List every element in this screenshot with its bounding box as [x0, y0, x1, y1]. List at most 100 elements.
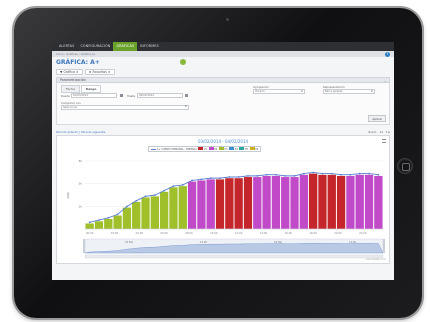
line-point	[256, 174, 259, 177]
close-icon[interactable]: ×	[75, 70, 79, 74]
collapse-icon[interactable]: −	[384, 79, 387, 83]
bar	[187, 181, 197, 230]
line-point	[219, 177, 221, 180]
bar	[234, 177, 244, 230]
period-navigation[interactable]: Periodo anterior | Periodo siguiente	[56, 130, 105, 134]
chart-plot: 3k 2k 1k kWh 00:00 02:00 04:00 06:00 08:00 10:00 1…	[66, 159, 385, 259]
nav-item-configuracion[interactable]: CONFIGURACIÓN	[77, 42, 113, 51]
tab-rango[interactable]: Rango	[80, 85, 102, 93]
representation-select[interactable]: Barra apilada	[323, 89, 375, 94]
zoom-option-1d[interactable]: 1d	[379, 130, 383, 134]
legend-item[interactable]: P6	[249, 147, 259, 151]
legend-label: P6	[254, 148, 259, 151]
legend-item[interactable]: A+ CUENTA PRINCIPAL - ENERGIA	[151, 148, 197, 151]
nav-item-informes[interactable]: INFORMES	[137, 42, 162, 51]
legend-item[interactable]: P3	[218, 147, 228, 151]
chart-menu-icon[interactable]	[382, 139, 386, 143]
x-tick-label: 22:00	[359, 231, 367, 235]
help-icon[interactable]: ?	[385, 51, 390, 57]
bar	[94, 220, 104, 230]
chart-scrollbar	[84, 254, 384, 259]
zoom-controls: Zoom 1d 1w	[368, 130, 390, 134]
bar	[317, 174, 328, 230]
toolbar: ▼ Gráfica × ★ Favoritos ×	[52, 67, 394, 76]
legend-item[interactable]: P2	[208, 147, 218, 151]
navigator-handle-right	[383, 239, 385, 253]
y-tick-label: 2k	[78, 182, 82, 186]
line-point	[293, 174, 296, 177]
y-tick-label: 3k	[78, 159, 82, 163]
tab-fecha[interactable]: Fecha	[61, 85, 80, 93]
from-label: Desde	[61, 94, 70, 98]
apply-button[interactable]: Aplicar	[368, 115, 386, 122]
line-point	[153, 194, 156, 197]
x-tick-label: 00:00	[86, 231, 94, 235]
bar	[196, 180, 206, 230]
line-point	[191, 179, 193, 182]
line-point	[312, 171, 315, 174]
nav-item-graficas[interactable]: GRÁFICAS	[113, 42, 138, 51]
navigator-label: 12:00	[200, 241, 207, 244]
legend-item[interactable]: P1	[198, 147, 207, 151]
x-tick-label: 20:00	[334, 231, 342, 235]
line-point	[126, 205, 128, 208]
bar	[85, 223, 95, 230]
favorites-button[interactable]: ★ Favoritos ×	[84, 68, 115, 75]
graph-button[interactable]: ▼ Gráfica ×	[56, 68, 83, 75]
bar	[150, 195, 160, 230]
navigator-label: 04 Feb	[274, 241, 283, 244]
chart-toolbar: Periodo anterior | Periodo siguiente Zoo…	[56, 128, 390, 135]
bar	[103, 218, 113, 230]
from-date-input[interactable]: 01/03/2014	[71, 93, 117, 98]
line-point	[247, 174, 249, 177]
bar	[289, 176, 300, 230]
legend-item[interactable]: P5	[239, 147, 248, 151]
line-point	[163, 189, 166, 192]
zoom-option-1w[interactable]: 1w	[386, 130, 390, 134]
line-point	[368, 172, 370, 175]
calendar-icon[interactable]	[185, 94, 188, 97]
legend-label: P2	[213, 148, 218, 151]
compare-select[interactable]: Seleccione	[61, 105, 189, 110]
x-tick-label: 12:00	[235, 231, 243, 235]
bar	[308, 173, 318, 230]
bar	[262, 175, 272, 230]
line-point	[181, 184, 184, 186]
line-point	[302, 172, 305, 175]
bar	[364, 174, 374, 230]
legend-label: P1	[203, 148, 208, 151]
home-button[interactable]	[397, 158, 413, 174]
bar	[178, 185, 188, 230]
line-point	[135, 199, 138, 202]
line-point	[200, 178, 203, 181]
legend-item[interactable]: P4	[229, 147, 238, 151]
zoom-label: Zoom	[368, 129, 377, 134]
line-point	[377, 173, 380, 176]
bar	[373, 175, 383, 230]
group-select[interactable]: Horaria	[253, 89, 305, 94]
params-header-label: Parametrización	[60, 78, 86, 82]
close-icon[interactable]: ×	[107, 70, 111, 74]
app-screen: ALERTAS CONFIGURACIÓN GRÁFICAS INFORMES …	[52, 42, 394, 280]
bar	[271, 175, 281, 230]
line-point	[209, 177, 212, 180]
x-tick-label: 16:00	[285, 231, 293, 235]
legend-label: P5	[244, 148, 248, 151]
bar	[131, 201, 141, 230]
chart-legend: A+ CUENTA PRINCIPAL - ENERGIA P1 P2 P3 P…	[148, 146, 262, 152]
navigator-label: 12:00	[349, 241, 356, 244]
to-label: Hasta	[127, 94, 136, 98]
x-tick-label: 02:00	[111, 231, 119, 235]
x-tick-label: 08:00	[185, 231, 193, 235]
line-point	[284, 174, 287, 177]
to-date-input[interactable]: 04/02/2014	[137, 93, 183, 98]
nav-item-alertas[interactable]: ALERTAS	[56, 42, 77, 51]
line-point	[98, 219, 100, 221]
calendar-icon[interactable]	[120, 94, 123, 97]
breadcrumb: Inicio › Gráficas › Gráfica A+	[56, 52, 96, 56]
favorites-button-label: Favoritos	[92, 69, 107, 74]
bar	[113, 215, 123, 230]
line-point	[116, 213, 119, 216]
navigator-handle-left	[83, 239, 85, 253]
line-point	[172, 185, 175, 187]
